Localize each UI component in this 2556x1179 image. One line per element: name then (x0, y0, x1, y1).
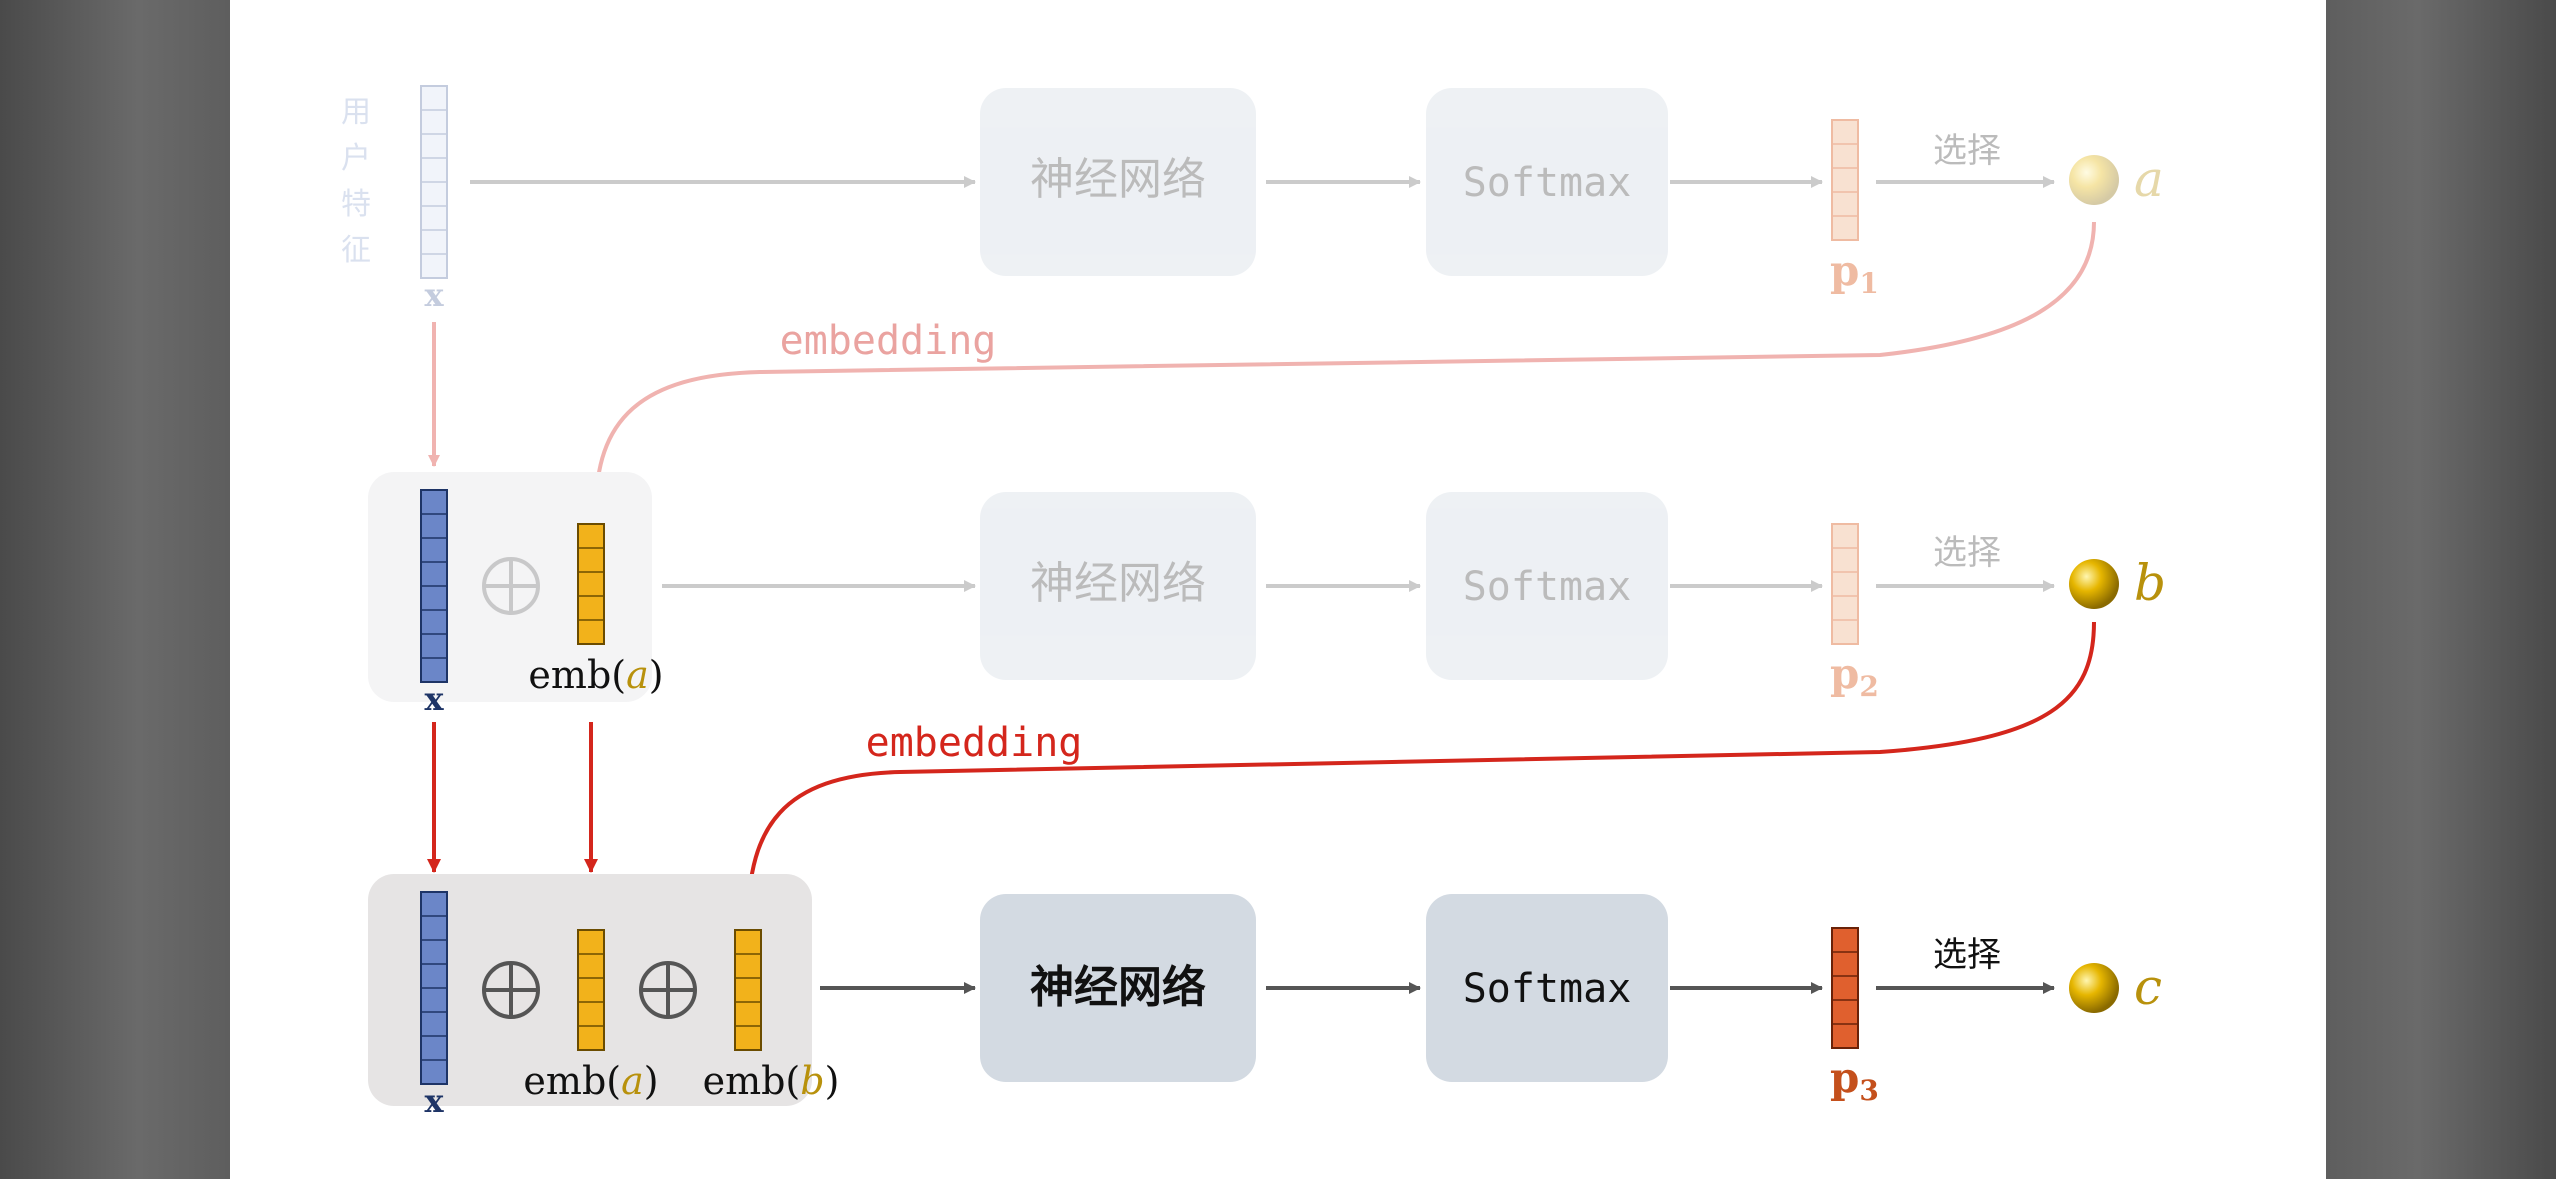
user-feature-char-2: 户 (341, 141, 371, 176)
row-2-flow: 神经网络 Softmax (662, 492, 1823, 680)
user-feature-char-1: 用 (341, 95, 371, 130)
embedding-label-a: embedding (780, 318, 997, 364)
user-feature-char-3: 特 (341, 187, 371, 222)
embedding-arrow-a (589, 221, 2096, 513)
row-2-token: b (2069, 554, 2166, 612)
nn-label-1: 神经网络 (1030, 154, 1206, 205)
plus-3b (639, 961, 697, 1019)
prob-label-3: p3 (1830, 1053, 1879, 1107)
row-2-emb-a-vector (577, 523, 605, 645)
row-2-x-vector (420, 489, 448, 683)
row-2-prob: p2 (1830, 523, 1879, 703)
softmax-label-1: Softmax (1463, 160, 1632, 206)
embedding-arrow-b (741, 621, 2096, 917)
plus-2 (482, 557, 540, 615)
row-3-emb-a-vector (577, 929, 605, 1051)
token-b: b (2134, 554, 2166, 612)
token-c: c (2134, 958, 2162, 1016)
row-3-emb-b-vector (734, 929, 762, 1051)
recommendation-diagram: 用 户 特 征 x 神经网络 Softmax p1 选择 a embedding… (341, 85, 2166, 1120)
select-label-2: 选择 (1933, 533, 2001, 573)
row-1-flow: 神经网络 Softmax (470, 88, 1823, 276)
prob-vector-2 (1831, 523, 1859, 645)
embedding-label-b: embedding (866, 720, 1083, 766)
emb-a-label-2: emb(a) (528, 653, 663, 697)
row-3-x-vector (420, 891, 448, 1085)
plus-3a (482, 961, 540, 1019)
emb-b-label-3: emb(b) (703, 1059, 840, 1103)
token-ball-c (2069, 963, 2119, 1013)
x-label-1: x (424, 276, 444, 314)
row-1-token: a (2069, 150, 2164, 208)
row-1-select: 选择 (1876, 131, 2055, 188)
token-ball-a (2069, 155, 2119, 205)
token-ball-b (2069, 559, 2119, 609)
row-1-prob: p1 (1830, 119, 1879, 300)
background-left (0, 0, 230, 1179)
nn-label-3: 神经网络 (1030, 962, 1206, 1013)
x-label-2: x (424, 680, 444, 718)
x-label-3: x (424, 1082, 444, 1120)
select-label-1: 选择 (1933, 131, 2001, 171)
token-a: a (2134, 150, 2164, 208)
nn-label-2: 神经网络 (1030, 558, 1206, 609)
softmax-label-3: Softmax (1463, 966, 1632, 1012)
softmax-label-2: Softmax (1463, 564, 1632, 610)
user-feature-vector (420, 85, 448, 279)
user-feature-char-4: 征 (341, 233, 371, 268)
row-2-select: 选择 (1876, 533, 2055, 592)
prob-label-2: p2 (1830, 649, 1879, 703)
select-label-3: 选择 (1933, 935, 2001, 975)
row-1: 用 户 特 征 x (341, 85, 448, 314)
emb-a-label-3: emb(a) (523, 1059, 658, 1103)
prob-label-1: p1 (1830, 246, 1879, 300)
prob-vector-3 (1831, 927, 1859, 1049)
prob-vector-1 (1831, 119, 1859, 241)
background-right (2326, 0, 2556, 1179)
slide: 用 户 特 征 x 神经网络 Softmax p1 选择 a embedding… (230, 0, 2326, 1179)
